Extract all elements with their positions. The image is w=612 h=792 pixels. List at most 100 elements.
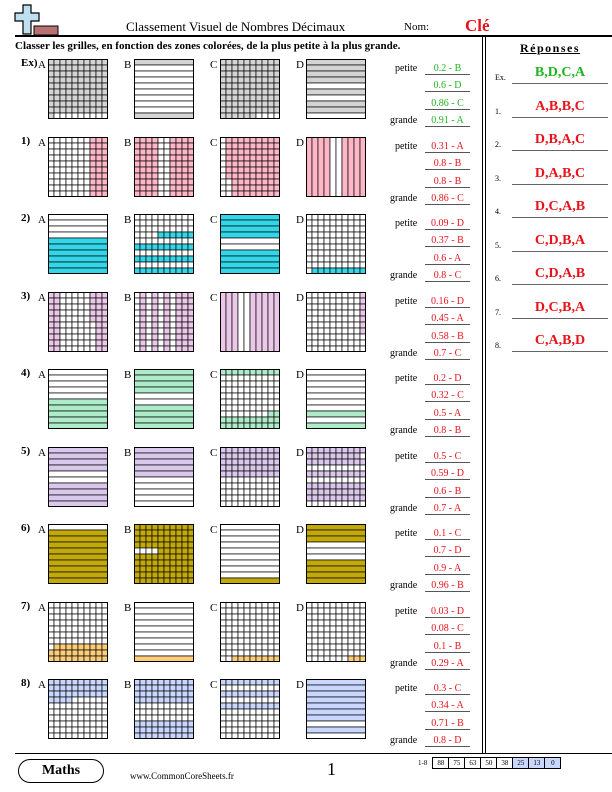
grid-cell [157, 148, 165, 156]
grid-cell [347, 321, 355, 329]
grid-cell [237, 613, 245, 621]
problem-number: 2) [21, 212, 31, 224]
grid-strip [134, 607, 194, 615]
order-item: 0.58 - B [395, 325, 483, 343]
grid-cell [335, 225, 343, 233]
grid-strip [48, 494, 108, 502]
grid-cell [53, 637, 61, 645]
score-cell: 25 [512, 757, 530, 769]
grid-cell [237, 154, 245, 162]
grid-cell [157, 219, 165, 227]
grid-cell [231, 172, 239, 180]
grid-cell [95, 720, 103, 728]
grid-cell [65, 684, 73, 692]
order-value: 0.37 - B [431, 235, 464, 246]
order-value: 0.8 - B [433, 175, 462, 187]
decimal-grid [306, 369, 366, 429]
order-value: 0.7 - C [433, 348, 462, 359]
grid-cell [237, 625, 245, 633]
grid-cell [95, 625, 103, 633]
grid-cell [335, 309, 343, 317]
grid-cell [237, 142, 245, 150]
grid-cell [231, 148, 239, 156]
grid-strip [48, 535, 108, 543]
grid-cell [139, 261, 147, 269]
decimal-grid [48, 59, 108, 119]
grid-cell [225, 100, 233, 108]
grid-strip [48, 529, 108, 537]
grid-cell [169, 708, 177, 716]
grid-cell [243, 410, 251, 418]
grid-cell [225, 696, 233, 704]
grid-cell [157, 702, 165, 710]
grid-strip [134, 386, 194, 394]
grid-cell [157, 184, 165, 192]
grid-cell [329, 315, 337, 323]
grid-cell [335, 619, 343, 627]
grid-cell [53, 726, 61, 734]
grid-cell [169, 243, 177, 251]
grid-cell [151, 720, 159, 728]
website-link[interactable]: www.CommonCoreSheets.fr [130, 771, 234, 781]
grid-cell [65, 631, 73, 639]
grid-cell [163, 255, 171, 263]
grid-cell [71, 178, 79, 186]
grid-cell [145, 249, 153, 257]
grid-cell [145, 160, 153, 168]
order-value: 0.71 - B [431, 717, 464, 729]
grid-cell [353, 237, 361, 245]
problem: 3) A B C Dpetite 0.16 - D 0.45 - A 0.58 - Bgran… [0, 290, 482, 360]
grid-cell [77, 690, 85, 698]
grid-cell [225, 458, 233, 466]
order-value: 0.3 - C [433, 682, 462, 694]
grid-cell [261, 148, 269, 156]
grid-cell [267, 696, 275, 704]
grid-cell [243, 714, 251, 722]
grid-cell [255, 154, 263, 162]
grid-cell [95, 690, 103, 698]
grid-cell [335, 649, 343, 657]
grid-cell [231, 184, 239, 192]
grid-cell [77, 88, 85, 96]
grid-cell [225, 494, 233, 502]
grid-cell [225, 410, 233, 418]
grid-strip [220, 571, 280, 579]
grid-cell [95, 327, 103, 335]
grid-cell [163, 166, 171, 174]
grid-cell [237, 88, 245, 96]
grid-cell [83, 76, 91, 84]
grid-cell [151, 148, 159, 156]
grid-cell [169, 225, 177, 233]
grid-cell [145, 237, 153, 245]
grid-cell [139, 535, 147, 543]
grid-letter: C [210, 137, 218, 149]
grid-cell [181, 696, 189, 704]
grid-cell [231, 702, 239, 710]
grid-cell [225, 637, 233, 645]
grid-cell [145, 184, 153, 192]
grid-cell [59, 178, 67, 186]
grid-cell [71, 702, 79, 710]
grid-cell [323, 261, 331, 269]
grid-cell [151, 184, 159, 192]
order-value: 0.45 - A [431, 313, 464, 324]
answer-row: 7. D,C,B,A [495, 297, 608, 319]
grid-cell [139, 321, 147, 329]
grid-cell [329, 255, 337, 263]
grid-cell [89, 726, 97, 734]
grid-cell [249, 464, 257, 472]
answers-heading: Réponses [520, 41, 581, 55]
decimal-grid [306, 137, 366, 197]
grid-cell [95, 321, 103, 329]
grid-cell [89, 720, 97, 728]
grid-cell [163, 714, 171, 722]
grid-strip [249, 292, 257, 352]
grid-cell [225, 708, 233, 716]
grid-cell [249, 470, 257, 478]
grid-cell [53, 70, 61, 78]
grid-cell [347, 476, 355, 484]
grid-cell [71, 625, 79, 633]
grid-cell [157, 261, 165, 269]
grid-cell [317, 315, 325, 323]
grid-cell [175, 154, 183, 162]
